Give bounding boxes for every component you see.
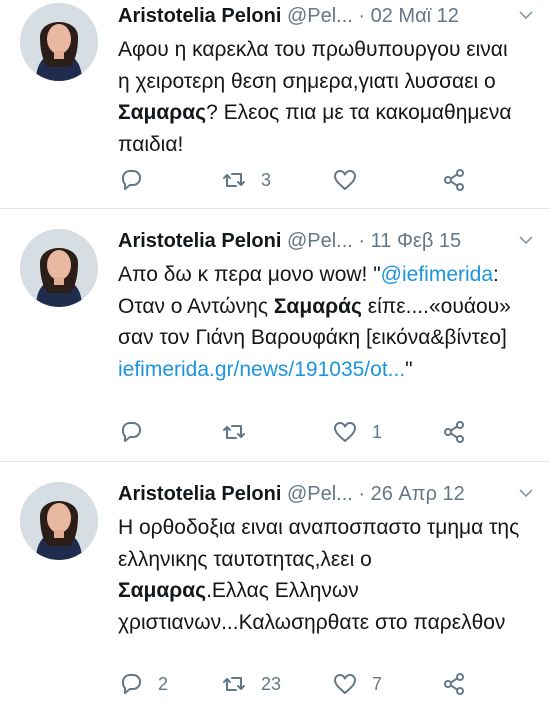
reply-icon	[122, 422, 141, 442]
share-icon	[444, 673, 464, 695]
reply-icon	[122, 170, 141, 190]
avatar[interactable]	[20, 3, 98, 81]
tweet-actions: 1	[118, 417, 533, 447]
retweet-button[interactable]: 23	[221, 669, 281, 699]
handle[interactable]: @Pel...	[287, 230, 353, 252]
highlighted-keyword: Σαμαράς	[273, 294, 362, 318]
reply-count: 2	[158, 673, 169, 694]
tweet-text-segment: "	[405, 357, 413, 381]
tweet-date[interactable]: 26 Απρ 12	[371, 483, 465, 505]
tweet-text-segment: Απο δω κ περα μονο wow! "	[118, 263, 381, 286]
tweet-header: Aristotelia Peloni @Pel... · 11 Φεβ 15	[118, 225, 533, 257]
tweet-date[interactable]: 02 Μαϊ 12	[371, 5, 459, 27]
retweet-icon	[223, 173, 245, 187]
tweet-actions: 2 23 7	[118, 669, 533, 699]
retweet-count: 23	[261, 673, 282, 694]
tweet-text: Η ορθοδοξια ειναι αναποσπαστο τμημα της …	[118, 512, 523, 638]
separator-dot: ·	[358, 5, 366, 27]
tweet-text: Αφου η καρεκλα του πρωθυπουργου ειναι η …	[118, 34, 523, 160]
display-name[interactable]: Aristotelia Peloni	[118, 483, 281, 505]
like-count: 7	[372, 673, 383, 694]
reply-button[interactable]: 2	[118, 669, 168, 699]
like-count: 1	[372, 421, 383, 442]
tweet-link[interactable]: iefimerida.gr/news/191035/ot...	[118, 358, 405, 381]
separator-dot: ·	[358, 230, 366, 252]
tweet-link[interactable]: @iefimerida	[381, 263, 493, 286]
tweet-header: Aristotelia Peloni @Pel... · 26 Απρ 12	[118, 478, 533, 510]
highlighted-keyword: Σαμαρας	[118, 579, 207, 602]
share-icon	[444, 421, 464, 443]
heart-icon	[334, 170, 356, 190]
like-button[interactable]: 1	[332, 417, 382, 447]
retweet-icon	[223, 425, 245, 439]
reply-button[interactable]	[118, 165, 158, 195]
tweet-text: Απο δω κ περα μονο wow! "@iefimerida: Οτ…	[118, 259, 523, 385]
share-button[interactable]	[441, 669, 467, 699]
heart-icon	[334, 674, 356, 694]
separator-dot: ·	[358, 483, 366, 505]
highlighted-keyword: Σαμαρας	[118, 101, 207, 124]
avatar[interactable]	[20, 482, 98, 560]
tweet-date[interactable]: 11 Φεβ 15	[371, 230, 462, 252]
tweet[interactable]: Aristotelia Peloni @Pel... · 26 Απρ 12 Η…	[0, 462, 550, 712]
share-icon	[444, 169, 464, 191]
reply-icon	[122, 674, 141, 694]
handle[interactable]: @Pel...	[287, 5, 353, 27]
reply-button[interactable]	[118, 417, 158, 447]
like-button[interactable]	[332, 165, 372, 195]
share-button[interactable]	[441, 417, 467, 447]
avatar[interactable]	[20, 229, 98, 307]
chevron-down-icon[interactable]	[519, 8, 533, 22]
display-name[interactable]: Aristotelia Peloni	[118, 230, 281, 252]
tweet-actions: 3	[118, 165, 533, 195]
tweet[interactable]: Aristotelia Peloni @Pel... · 11 Φεβ 15 Α…	[0, 209, 550, 461]
retweet-icon	[223, 677, 245, 691]
tweet-header: Aristotelia Peloni @Pel... · 02 Μαϊ 12	[118, 0, 533, 32]
chevron-down-icon[interactable]	[519, 233, 533, 247]
retweet-button[interactable]	[221, 417, 261, 447]
chevron-down-icon[interactable]	[519, 486, 533, 500]
handle[interactable]: @Pel...	[287, 483, 353, 505]
tweet-text-segment: Αφου η καρεκλα του πρωθυπουργου ειναι η …	[118, 38, 508, 93]
like-button[interactable]: 7	[332, 669, 382, 699]
retweet-count: 3	[261, 169, 272, 190]
display-name[interactable]: Aristotelia Peloni	[118, 5, 281, 27]
tweet-text-segment: Η ορθοδοξια ειναι αναποσπαστο τμημα της …	[118, 516, 520, 571]
heart-icon	[334, 422, 356, 442]
tweet[interactable]: Aristotelia Peloni @Pel... · 02 Μαϊ 12 Α…	[0, 0, 550, 208]
retweet-button[interactable]: 3	[221, 165, 271, 195]
share-button[interactable]	[441, 165, 467, 195]
